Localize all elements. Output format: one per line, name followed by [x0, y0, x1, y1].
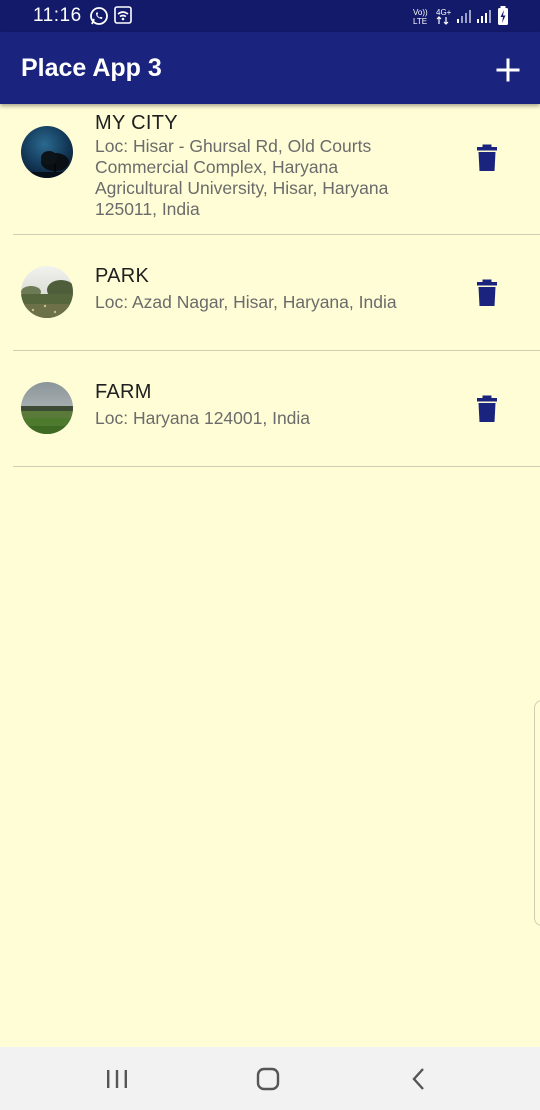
status-time: 11:16 — [33, 5, 82, 26]
address-text: Haryana 124001, India — [132, 408, 311, 428]
volte-icon: Vo)) LTE — [412, 7, 432, 30]
address-prefix: Loc: — [95, 408, 133, 428]
list-item[interactable]: FARM Loc: Haryana 124001, India — [13, 351, 540, 467]
delete-button[interactable] — [475, 144, 499, 172]
plus-icon — [496, 58, 520, 82]
home-icon — [256, 1067, 280, 1091]
wifi-icon — [114, 6, 132, 29]
recent-apps-button[interactable] — [102, 1065, 132, 1093]
trash-icon — [477, 144, 497, 171]
edge-panel-handle[interactable] — [534, 700, 540, 926]
svg-text:4G+: 4G+ — [436, 8, 452, 17]
address-text: Hisar - Ghursal Rd, Old Courts Commercia… — [95, 136, 389, 219]
place-thumbnail — [21, 126, 73, 178]
delete-button[interactable] — [475, 279, 499, 307]
svg-text:LTE: LTE — [413, 17, 427, 25]
recent-apps-icon — [107, 1070, 127, 1088]
place-title: FARM — [95, 381, 152, 403]
battery-charging-icon — [497, 6, 509, 31]
place-address: Loc: Azad Nagar, Hisar, Haryana, India — [95, 292, 425, 313]
whatsapp-icon — [89, 6, 109, 31]
home-button[interactable] — [253, 1065, 283, 1093]
svg-text:Vo)): Vo)) — [413, 8, 428, 17]
back-button[interactable] — [405, 1065, 435, 1093]
place-title: MY CITY — [95, 112, 178, 134]
app-bar: Place App 3 — [0, 32, 540, 104]
place-list: MY CITY Loc: Hisar - Ghursal Rd, Old Cou… — [0, 104, 540, 467]
back-icon — [412, 1068, 424, 1090]
navigation-bar — [0, 1047, 540, 1110]
place-title: PARK — [95, 265, 150, 287]
delete-button[interactable] — [475, 395, 499, 423]
page-title: Place App 3 — [21, 54, 162, 82]
trash-icon — [477, 279, 497, 306]
address-prefix: Loc: — [95, 136, 133, 156]
place-thumbnail — [21, 266, 73, 318]
place-address: Loc: Haryana 124001, India — [95, 408, 425, 429]
place-thumbnail — [21, 382, 73, 434]
signal-icon — [476, 8, 492, 29]
trash-icon — [477, 395, 497, 422]
address-text: Azad Nagar, Hisar, Haryana, India — [131, 292, 397, 312]
4g-icon: 4G+ — [435, 7, 453, 30]
status-bar: 11:16 Vo)) LTE 4G+ — [0, 0, 540, 32]
list-item[interactable]: MY CITY Loc: Hisar - Ghursal Rd, Old Cou… — [13, 104, 540, 235]
place-address: Loc: Hisar - Ghursal Rd, Old Courts Comm… — [95, 136, 425, 220]
address-prefix: Loc: — [95, 292, 132, 312]
signal-icon — [456, 8, 472, 29]
add-place-button[interactable] — [490, 52, 526, 88]
list-item[interactable]: PARK Loc: Azad Nagar, Hisar, Haryana, In… — [13, 235, 540, 351]
